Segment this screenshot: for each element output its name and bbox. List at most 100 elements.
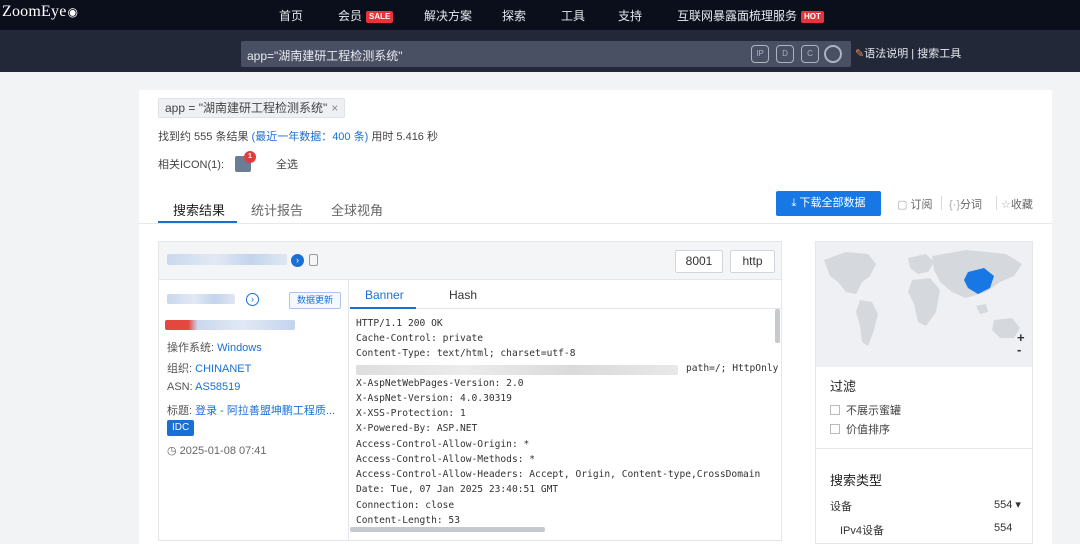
- nav-explore[interactable]: 探索: [502, 7, 526, 24]
- favorite-label: 收藏: [1010, 199, 1033, 211]
- hide-honeypot-checkbox[interactable]: 不展示蜜罐: [830, 402, 901, 418]
- nav-home[interactable]: 首页: [279, 7, 303, 24]
- hot-badge: HOT: [801, 11, 824, 23]
- nav-home-label: 首页: [279, 9, 304, 23]
- checkbox-icon: [830, 424, 840, 434]
- nav-membership-label: 会员: [338, 9, 363, 23]
- org-value[interactable]: CHINANET: [195, 363, 251, 375]
- nav-tools-label: 工具: [561, 9, 586, 23]
- banner-line: Cache-Control: private: [356, 333, 484, 344]
- subscribe-label: 订阅: [910, 199, 933, 211]
- tab-search-results[interactable]: 搜索结果: [173, 200, 225, 219]
- select-all-button[interactable]: 全选: [276, 156, 298, 172]
- hide-honeypot-label: 不展示蜜罐: [846, 405, 901, 417]
- zoomeye-logo[interactable]: ZoomEye◉: [2, 3, 78, 21]
- os-value[interactable]: Windows: [217, 342, 262, 354]
- banner-line: X-AspNet-Version: 4.0.30319: [356, 393, 512, 404]
- redacted-cookie: [356, 365, 678, 375]
- vertical-scrollbar[interactable]: [775, 309, 780, 343]
- search-input[interactable]: app="湖南建研工程检测系统" IP D C: [241, 41, 851, 67]
- asn-label: ASN:: [167, 381, 193, 393]
- search-type-title: 搜索类型: [830, 473, 883, 488]
- type-device-label[interactable]: 设备: [830, 498, 852, 514]
- banner-line: Connection: close: [356, 500, 455, 511]
- banner-line: HTTP/1.1 200 OK: [356, 318, 443, 329]
- org-row: 组织: CHINANET: [167, 360, 251, 376]
- side-panel: + - 过滤 不展示蜜罐 价值排序 搜索类型 设备 554 ▾ IPv4设备 5…: [815, 241, 1033, 544]
- domain-search-icon[interactable]: D: [776, 45, 794, 63]
- panel-divider: [816, 448, 1032, 449]
- search-icon[interactable]: [824, 45, 842, 63]
- tab-stats-report[interactable]: 统计报告: [251, 200, 303, 219]
- title-label: 标题:: [167, 405, 193, 417]
- action-divider-2: [996, 196, 997, 210]
- asn-row: ASN: AS58519: [167, 381, 240, 393]
- cidr-search-icon[interactable]: C: [801, 45, 819, 63]
- recent-data-link[interactable]: (最近一年数据：400 条): [252, 131, 369, 143]
- search-band: app="湖南建研工程检测系统" IP D C ✎语法说明 | 搜索工具: [0, 30, 1080, 72]
- results-summary: 找到约 555 条结果 (最近一年数据：400 条) 用时 5.416 秒: [158, 128, 438, 144]
- nav-solutions-label: 解决方案: [424, 9, 473, 23]
- search-tools-link[interactable]: 搜索工具: [917, 48, 961, 60]
- nav-explore-label: 探索: [502, 9, 527, 23]
- type-ipv4-count: 554: [994, 522, 1013, 534]
- results-count: 找到约 555 条结果: [158, 131, 249, 143]
- banner-line: Date: Tue, 07 Jan 2025 23:40:51 GMT: [356, 484, 559, 495]
- result-header: › 8001 http: [159, 242, 781, 280]
- banner-line: X-Powered-By: ASP.NET: [356, 423, 478, 434]
- os-label: 操作系统:: [167, 342, 215, 354]
- nav-support[interactable]: 支持: [618, 7, 642, 24]
- tabs-divider: [139, 223, 1052, 224]
- banner-line: Content-Length: 53: [356, 515, 460, 526]
- tab-hash[interactable]: Hash: [449, 288, 477, 302]
- timestamp: ◷ 2025-01-08 07:41: [167, 444, 267, 457]
- close-icon[interactable]: ×: [331, 101, 338, 115]
- open-link-icon[interactable]: ›: [291, 254, 304, 267]
- asn-value[interactable]: AS58519: [195, 381, 240, 393]
- banner-line: Content-Type: text/html; charset=utf-8: [356, 348, 576, 359]
- host-link-icon[interactable]: ›: [246, 293, 259, 306]
- tab-banner[interactable]: Banner: [365, 288, 404, 302]
- redacted-host: [167, 294, 235, 304]
- service-badge[interactable]: http: [730, 250, 775, 273]
- nav-exposure-label: 互联网暴露面梳理服务: [677, 9, 798, 23]
- title-value[interactable]: 登录 - 阿拉善盟坤鹏工程质...: [195, 405, 335, 417]
- search-query-text: app="湖南建研工程检测系统": [247, 49, 403, 63]
- download-all-button[interactable]: ⤓ 下载全部数据: [776, 191, 881, 216]
- results-panel: app = "湖南建研工程检测系统" × 找到约 555 条结果 (最近一年数据：…: [139, 90, 1052, 544]
- horizontal-scrollbar[interactable]: [350, 527, 545, 532]
- nav-exposure-service[interactable]: 互联网暴露面梳理服务 HOT: [677, 7, 824, 24]
- world-map[interactable]: [816, 242, 1032, 367]
- port-badge[interactable]: 8001: [675, 250, 723, 273]
- nav-tools[interactable]: 工具: [561, 7, 585, 24]
- copy-icon[interactable]: [309, 254, 318, 266]
- type-ipv4-label[interactable]: IPv4设备: [840, 522, 884, 538]
- download-label: 下载全部数据: [799, 197, 866, 209]
- update-data-button[interactable]: 数据更新: [289, 292, 341, 309]
- query-time: 用时 5.416 秒: [371, 131, 438, 143]
- filter-tag[interactable]: app = "湖南建研工程检测系统" ×: [158, 98, 346, 118]
- result-card: › 8001 http › 数据更新 操作系统: Windows 组织: CHI…: [158, 241, 782, 541]
- download-icon: ⤓: [791, 197, 797, 209]
- value-sort-checkbox[interactable]: 价值排序: [830, 421, 890, 437]
- checkbox-icon: [830, 405, 840, 415]
- star-icon: ☆: [1001, 199, 1011, 211]
- nav-solutions[interactable]: 解决方案: [424, 7, 472, 24]
- idc-tag[interactable]: IDC: [167, 420, 195, 436]
- favorite-button[interactable]: ☆收藏: [1001, 196, 1033, 212]
- share-button[interactable]: {·}分词: [949, 196, 982, 212]
- top-nav: ZoomEye◉ 首页 会员 SALE 解决方案 探索 工具 支持 互联网暴露面梳…: [0, 0, 1080, 30]
- ip-search-icon[interactable]: IP: [751, 45, 769, 63]
- subscribe-button[interactable]: ▢ 订阅: [897, 196, 932, 212]
- banner-line: Access-Control-Allow-Methods: *: [356, 454, 536, 465]
- tab-global-view[interactable]: 全球视角: [331, 200, 383, 219]
- nav-membership[interactable]: 会员 SALE: [338, 7, 394, 24]
- banner-line: Access-Control-Allow-Headers: Accept, Or…: [356, 469, 761, 480]
- value-sort-label: 价值排序: [846, 424, 890, 436]
- filter-title: 过滤: [830, 379, 857, 394]
- type-device-count[interactable]: 554 ▾: [994, 498, 1021, 511]
- zoom-out-button[interactable]: -: [1017, 342, 1021, 357]
- syntax-help-link[interactable]: 语法说明: [864, 48, 908, 60]
- banner-line: Access-Control-Allow-Origin: *: [356, 439, 530, 450]
- banner-line: path=/; HttpOnly: [686, 363, 779, 374]
